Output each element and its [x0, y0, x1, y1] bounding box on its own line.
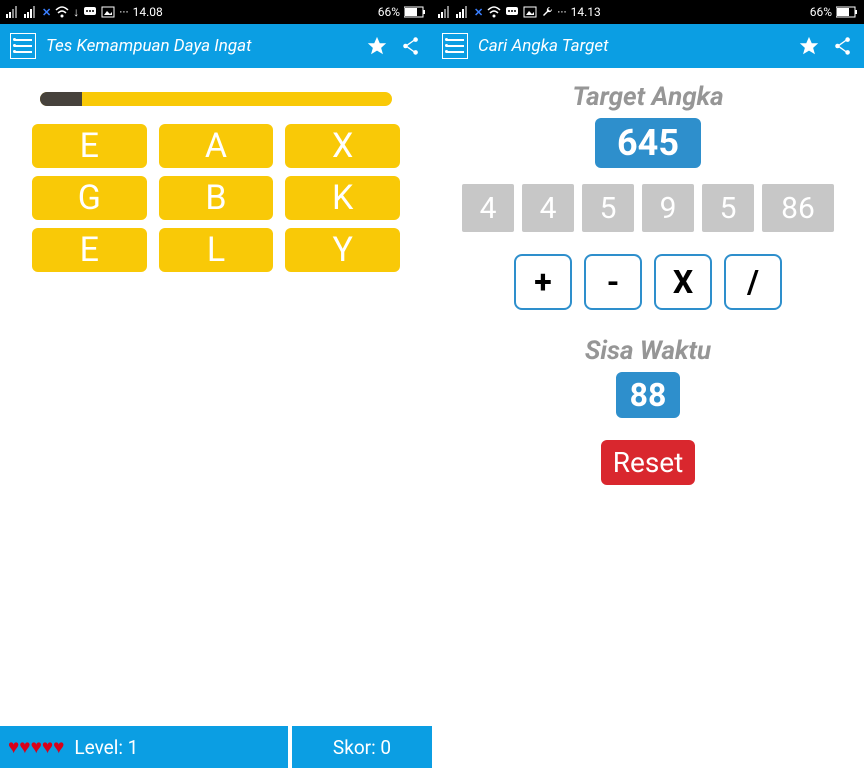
- status-left: ✕ ··· 14.13: [438, 5, 601, 19]
- wifi-icon: [487, 6, 501, 18]
- number-tile[interactable]: 4: [462, 184, 514, 232]
- letter-grid: E A X G B K E L Y: [0, 124, 432, 272]
- operator-multiply[interactable]: X: [654, 254, 712, 310]
- target-content: Target Angka 645 4 4 5 9 5 86 + - X / Si…: [432, 68, 864, 768]
- app-bar: Tes Kemampuan Daya Ingat: [0, 24, 432, 68]
- hearts: ♥ ♥ ♥ ♥ ♥: [8, 735, 64, 759]
- app-title: Cari Angka Target: [478, 36, 788, 56]
- app-bar: Cari Angka Target: [432, 24, 864, 68]
- heart-icon: ♥: [19, 735, 30, 759]
- number-row: 4 4 5 9 5 86: [432, 184, 864, 232]
- letter-button[interactable]: E: [32, 228, 147, 272]
- share-icon[interactable]: [832, 35, 854, 57]
- battery-icon: [836, 6, 858, 18]
- time-label: Sisa Waktu: [585, 336, 711, 366]
- time-value: 88: [616, 372, 681, 418]
- status-right: 66%: [378, 5, 426, 19]
- reset-button[interactable]: Reset: [601, 440, 696, 485]
- app-title: Tes Kemampuan Daya Ingat: [46, 36, 356, 56]
- number-tile[interactable]: 9: [642, 184, 694, 232]
- target-label: Target Angka: [572, 82, 723, 112]
- target-value: 645: [595, 118, 701, 168]
- score-box: Skor: 0: [292, 726, 432, 768]
- signal-icon: [438, 6, 452, 18]
- image-icon: [523, 6, 537, 18]
- level-label: Level: 1: [74, 736, 138, 759]
- wrench-icon: [541, 6, 553, 18]
- letter-button[interactable]: Y: [285, 228, 400, 272]
- letter-button[interactable]: B: [159, 176, 274, 220]
- heart-icon: ♥: [31, 735, 42, 759]
- number-tile[interactable]: 5: [582, 184, 634, 232]
- progress-bar: [0, 68, 432, 124]
- letter-button[interactable]: E: [32, 124, 147, 168]
- status-ellipsis: ···: [119, 5, 128, 19]
- battery-percent: 66%: [810, 5, 832, 19]
- download-icon: ↓: [73, 5, 79, 19]
- score-label: Skor: 0: [333, 736, 391, 759]
- image-icon: [101, 6, 115, 18]
- menu-button[interactable]: [10, 33, 36, 59]
- signal-icon: [6, 6, 20, 18]
- letter-button[interactable]: X: [285, 124, 400, 168]
- status-left: ✕ ↓ ··· 14.08: [6, 5, 163, 19]
- status-right: 66%: [810, 5, 858, 19]
- wifi-icon: [55, 6, 69, 18]
- carrier-icon: ✕: [474, 6, 483, 19]
- operator-plus[interactable]: +: [514, 254, 572, 310]
- screen-memory-test: ✕ ↓ ··· 14.08 66% Tes Kemampuan Daya Ing…: [0, 0, 432, 768]
- bbm-icon: [505, 6, 519, 18]
- star-icon[interactable]: [366, 35, 388, 57]
- carrier-icon: ✕: [42, 6, 51, 19]
- operator-divide[interactable]: /: [724, 254, 782, 310]
- letter-button[interactable]: A: [159, 124, 274, 168]
- status-ellipsis: ···: [557, 5, 566, 19]
- letter-button[interactable]: K: [285, 176, 400, 220]
- operator-minus[interactable]: -: [584, 254, 642, 310]
- number-tile[interactable]: 86: [762, 184, 834, 232]
- bbm-icon: [83, 6, 97, 18]
- status-bar: ✕ ··· 14.13 66%: [432, 0, 864, 24]
- star-icon[interactable]: [798, 35, 820, 57]
- memory-content: E A X G B K E L Y: [0, 68, 432, 726]
- signal-icon: [24, 6, 38, 18]
- heart-icon: ♥: [53, 735, 64, 759]
- battery-icon: [404, 6, 426, 18]
- screen-target-number: ✕ ··· 14.13 66% Cari Ang: [432, 0, 864, 768]
- status-time: 14.13: [571, 5, 601, 19]
- life-level-box: ♥ ♥ ♥ ♥ ♥ Level: 1: [0, 726, 288, 768]
- letter-button[interactable]: L: [159, 228, 274, 272]
- number-tile[interactable]: 5: [702, 184, 754, 232]
- status-bar: ✕ ↓ ··· 14.08 66%: [0, 0, 432, 24]
- share-icon[interactable]: [400, 35, 422, 57]
- battery-percent: 66%: [378, 5, 400, 19]
- status-time: 14.08: [133, 5, 163, 19]
- number-tile[interactable]: 4: [522, 184, 574, 232]
- menu-button[interactable]: [442, 33, 468, 59]
- operator-row: + - X /: [514, 254, 782, 310]
- heart-icon: ♥: [42, 735, 53, 759]
- heart-icon: ♥: [8, 735, 19, 759]
- signal-icon: [456, 6, 470, 18]
- letter-button[interactable]: G: [32, 176, 147, 220]
- bottom-bar: ♥ ♥ ♥ ♥ ♥ Level: 1 Skor: 0: [0, 726, 432, 768]
